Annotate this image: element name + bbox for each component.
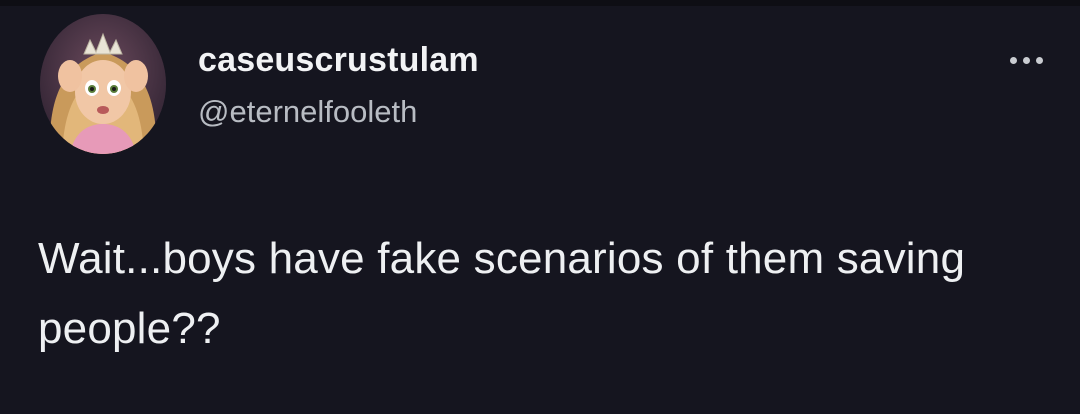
avatar-image bbox=[40, 14, 166, 154]
user-info: caseuscrustulam @eternelfooleth bbox=[198, 38, 479, 132]
more-dot bbox=[1009, 56, 1017, 64]
more-dot bbox=[1035, 56, 1043, 64]
tweet-text: Wait...boys have fake scenarios of them … bbox=[38, 234, 966, 353]
more-dot bbox=[1022, 56, 1030, 64]
more-options-icon[interactable] bbox=[1000, 46, 1052, 74]
user-handle[interactable]: @eternelfooleth bbox=[198, 92, 479, 132]
display-name[interactable]: caseuscrustulam bbox=[198, 38, 479, 82]
tweet-card: caseuscrustulam @eternelfooleth Wait...b… bbox=[0, 0, 1080, 414]
avatar[interactable] bbox=[40, 14, 166, 154]
